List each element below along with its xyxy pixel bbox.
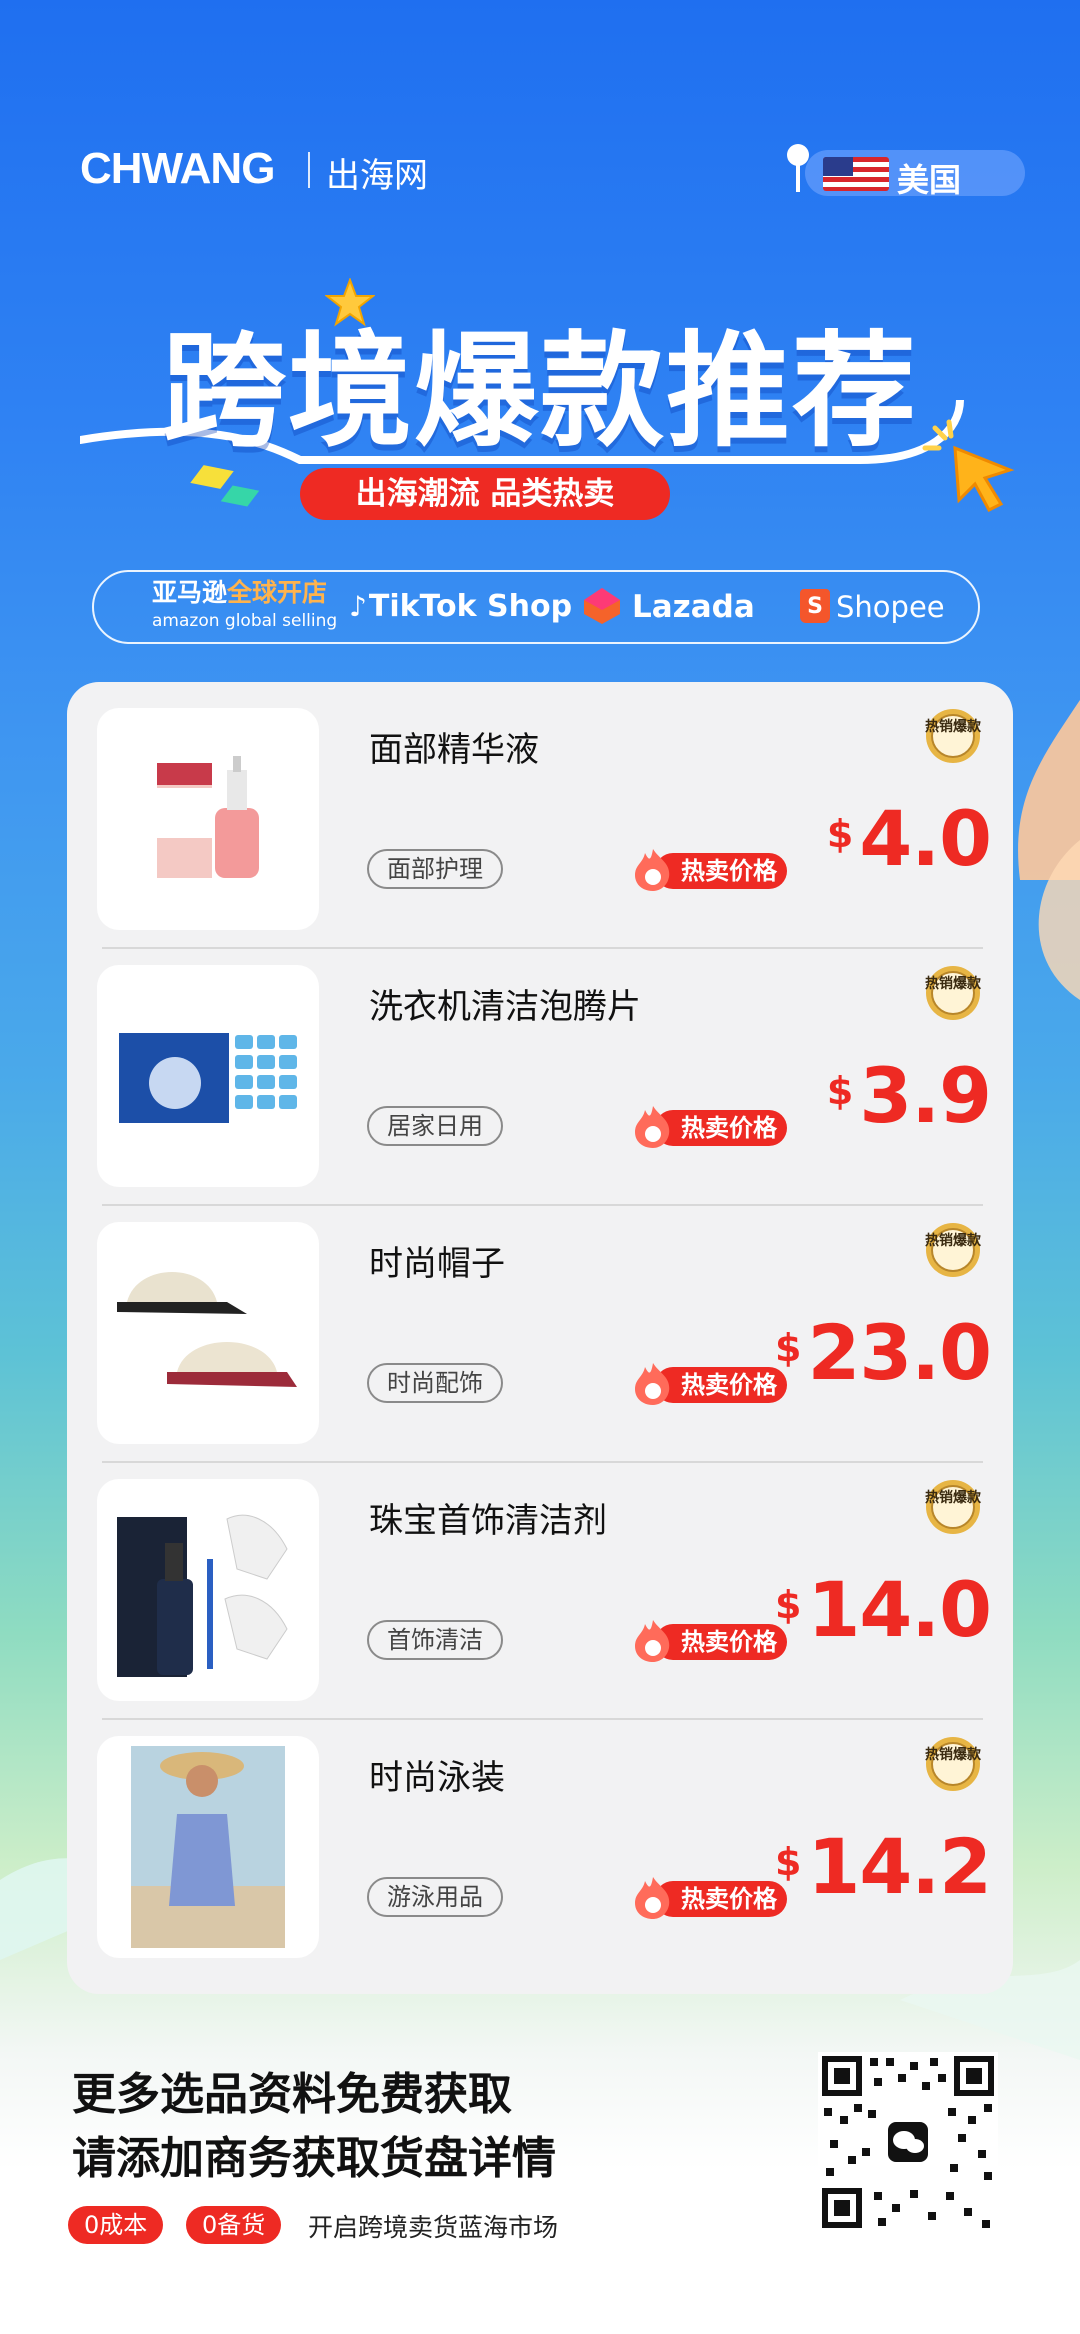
hot-price-label: 热卖价格 [629,1616,789,1662]
platform-lazada[interactable]: Lazada [582,572,755,642]
category-tag: 首饰清洁 [367,1620,503,1660]
price: $14.0 [775,1565,992,1654]
hot-seller-badge-label: 热销爆款 [925,1747,981,1763]
country-name: 美国 [897,161,962,199]
product-name: 时尚泳装 [369,1758,505,1798]
hot-price-label: 热卖价格 [629,845,789,891]
hot-price-label: 热卖价格 [629,1873,789,1919]
hot-seller-badge-icon [926,1737,980,1791]
product-image-washer-tablets [97,965,319,1187]
star-icon [325,278,375,327]
product-row[interactable]: 洗衣机清洁泡腾片 居家日用 热销爆款 热卖价格 $3.9 [67,939,1013,1196]
product-name: 时尚帽子 [369,1244,505,1284]
hot-price-label: 热卖价格 [629,1359,789,1405]
shopee-label: Shopee [836,590,945,624]
hot-seller-badge-icon [926,709,980,763]
platform-shopee[interactable]: S Shopee [800,572,945,642]
zero-cost-chip: 0成本 [68,2206,164,2244]
platform-tiktok[interactable]: ♪TikTok Shop [349,572,572,642]
us-flag-icon [823,157,889,191]
footer-headline: 更多选品资料免费获取 [72,2069,512,2120]
logo-divider [308,152,310,188]
hot-seller-badge-icon [926,1480,980,1534]
hot-seller-badge-label: 热销爆款 [925,976,981,992]
zero-stock-chip: 0备货 [186,2206,282,2244]
cursor-click-icon [922,419,1015,512]
wechat-qr-code[interactable] [818,2052,998,2232]
flame-icon [635,1877,670,1919]
hero-tagline: 出海潮流 品类热卖 [300,468,670,520]
location-pin-stem [796,164,800,192]
product-image-serum [97,708,319,930]
product-name: 珠宝首饰清洁剂 [369,1501,607,1541]
category-tag: 面部护理 [367,849,503,889]
flame-icon [635,849,670,891]
price: $4.0 [826,794,992,883]
product-name: 洗衣机清洁泡腾片 [369,987,641,1027]
tiktok-icon: ♪ [349,590,367,623]
amazon-en-label: amazon global selling [152,611,338,631]
product-image-jewelry-cleaner [97,1479,319,1701]
lazada-icon [584,587,620,624]
shopee-bag-icon: S [800,589,830,623]
category-tag: 游泳用品 [367,1877,503,1917]
footer-subheadline: 请添加商务获取货盘详情 [72,2133,556,2184]
country-selector[interactable]: 美国 [787,144,1025,199]
product-row[interactable]: 面部精华液 面部护理 热销爆款 热卖价格 $4.0 [67,682,1013,939]
hot-seller-badge-label: 热销爆款 [925,1490,981,1506]
product-name: 面部精华液 [369,730,539,770]
product-image-hats [97,1222,319,1444]
footer-note: 开启跨境卖货蓝海市场 [308,2213,559,2242]
platform-bar: 亚马逊全球开店 amazon global selling ♪TikTok Sh… [92,570,980,644]
flame-icon [635,1106,670,1148]
price: $23.0 [775,1308,992,1397]
hot-seller-badge-icon [926,1223,980,1277]
product-image-swimwear [97,1736,319,1958]
hot-seller-badge-icon [926,966,980,1020]
flame-icon [635,1363,670,1405]
category-tag: 时尚配饰 [367,1363,503,1403]
hot-price-label: 热卖价格 [629,1102,789,1148]
location-pin-icon [787,144,809,166]
product-row[interactable]: 时尚帽子 时尚配饰 热销爆款 热卖价格 $23.0 [67,1196,1013,1453]
price: $14.2 [775,1822,992,1911]
product-list-card: 面部精华液 面部护理 热销爆款 热卖价格 $4.0 洗衣机清洁泡腾片 居家日用 … [67,682,1013,1994]
top-bar: CHWANG 出海网 美国 [80,140,1025,200]
product-row[interactable]: 珠宝首饰清洁剂 首饰清洁 热销爆款 热卖价格 $14.0 [67,1453,1013,1710]
brand-subtitle: 出海网 [326,156,428,196]
flame-icon [635,1620,670,1662]
category-tag: 居家日用 [367,1106,503,1146]
hot-seller-badge-label: 热销爆款 [925,719,981,735]
price: $3.9 [826,1051,992,1140]
brand-logo: CHWANG [80,144,275,193]
lazada-label: Lazada [632,589,755,625]
tiktok-label: TikTok Shop [368,589,573,624]
product-row[interactable]: 时尚泳装 游泳用品 热销爆款 热卖价格 $14.2 [67,1710,1013,1967]
hot-seller-badge-label: 热销爆款 [925,1233,981,1249]
